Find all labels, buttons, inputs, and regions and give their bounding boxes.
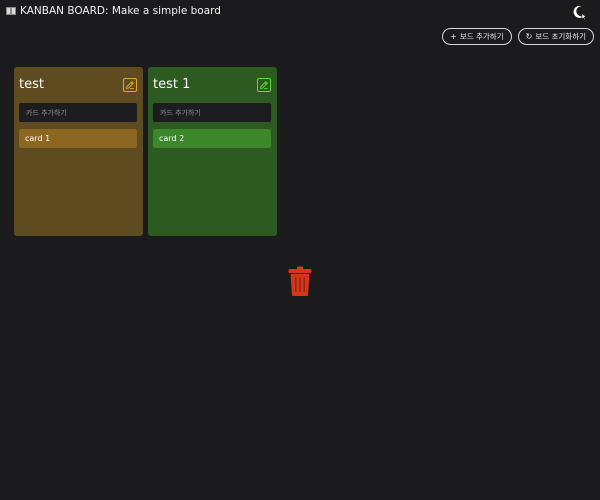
add-board-button[interactable]: + 보드 추가하기 — [442, 28, 512, 45]
reset-board-button[interactable]: ↻ 보드 초기화하기 — [517, 28, 594, 45]
trash-icon — [288, 266, 312, 296]
edit-board-button[interactable] — [257, 78, 271, 92]
pencil-icon — [259, 81, 268, 90]
board[interactable]: test 카드 추가하기 card 1 — [14, 67, 143, 236]
plus-icon: + — [450, 31, 457, 41]
board-title: test 1 — [153, 77, 191, 92]
moon-icon — [573, 5, 587, 20]
add-card-input[interactable]: 카드 추가하기 — [153, 103, 271, 122]
theme-toggle-button[interactable] — [569, 2, 589, 22]
toolbar: + 보드 추가하기 ↻ 보드 초기화하기 — [442, 28, 594, 45]
page-title: KANBAN BOARD: Make a simple board — [20, 5, 221, 17]
reset-board-label: 보드 초기화하기 — [535, 32, 586, 41]
board[interactable]: test 1 카드 추가하기 card 2 — [148, 67, 277, 236]
reset-icon: ↻ — [525, 31, 533, 41]
pencil-icon — [125, 81, 134, 90]
add-board-label: 보드 추가하기 — [459, 32, 504, 41]
card[interactable]: card 1 — [19, 129, 137, 148]
board-title: test — [19, 77, 44, 92]
open-book-icon — [6, 6, 17, 16]
trash-drop-zone[interactable] — [288, 266, 312, 296]
edit-board-button[interactable] — [123, 78, 137, 92]
app-header: KANBAN BOARD: Make a simple board — [6, 4, 221, 18]
card[interactable]: card 2 — [153, 129, 271, 148]
add-card-input[interactable]: 카드 추가하기 — [19, 103, 137, 122]
